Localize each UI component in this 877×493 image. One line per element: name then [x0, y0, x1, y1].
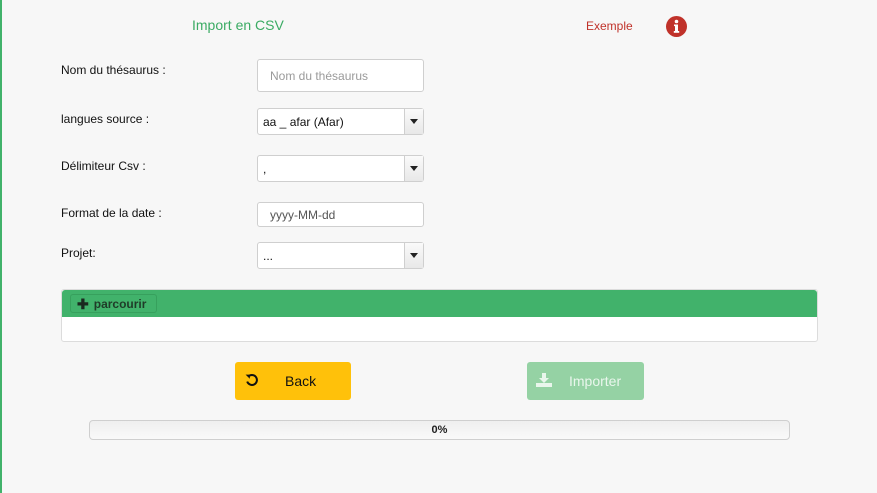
info-circle-icon[interactable] — [666, 16, 687, 37]
browse-button[interactable]: ✚ parcourir — [70, 294, 158, 313]
file-upload-panel: ✚ parcourir — [61, 289, 818, 342]
csv-delimiter-value: , — [263, 162, 267, 176]
import-button-label: Importer — [569, 373, 622, 389]
page-title: Import en CSV — [192, 17, 284, 33]
csv-delimiter-select[interactable]: , — [257, 155, 424, 182]
back-button[interactable]: Back — [235, 362, 351, 400]
source-language-label: langues source : — [61, 112, 150, 126]
date-format-label: Format de la date : — [61, 206, 162, 220]
source-language-select[interactable]: aa _ afar (Afar) — [257, 108, 424, 135]
thesaurus-name-label: Nom du thésaurus : — [61, 63, 166, 77]
chevron-down-icon[interactable] — [404, 243, 423, 268]
project-select[interactable]: ... — [257, 242, 424, 269]
chevron-down-icon[interactable] — [404, 156, 423, 181]
download-icon — [536, 373, 552, 387]
thesaurus-name-input[interactable] — [257, 59, 424, 92]
upload-toolbar: ✚ parcourir — [62, 290, 817, 317]
browse-button-label: parcourir — [93, 296, 147, 311]
example-link[interactable]: Exemple — [586, 19, 633, 33]
project-value: ... — [263, 249, 274, 263]
source-language-value: aa _ afar (Afar) — [263, 115, 344, 129]
upload-progress-bar: 0% — [89, 420, 790, 440]
back-button-label: Back — [285, 373, 317, 389]
import-button[interactable]: Importer — [527, 362, 644, 400]
left-border — [0, 0, 2, 493]
plus-icon: ✚ — [77, 295, 89, 312]
chevron-down-icon[interactable] — [404, 109, 423, 134]
progress-text: 0% — [431, 424, 448, 436]
undo-icon — [245, 373, 258, 386]
project-label: Projet: — [61, 246, 96, 260]
csv-delimiter-label: Délimiteur Csv : — [61, 159, 146, 173]
date-format-input[interactable] — [257, 202, 424, 227]
